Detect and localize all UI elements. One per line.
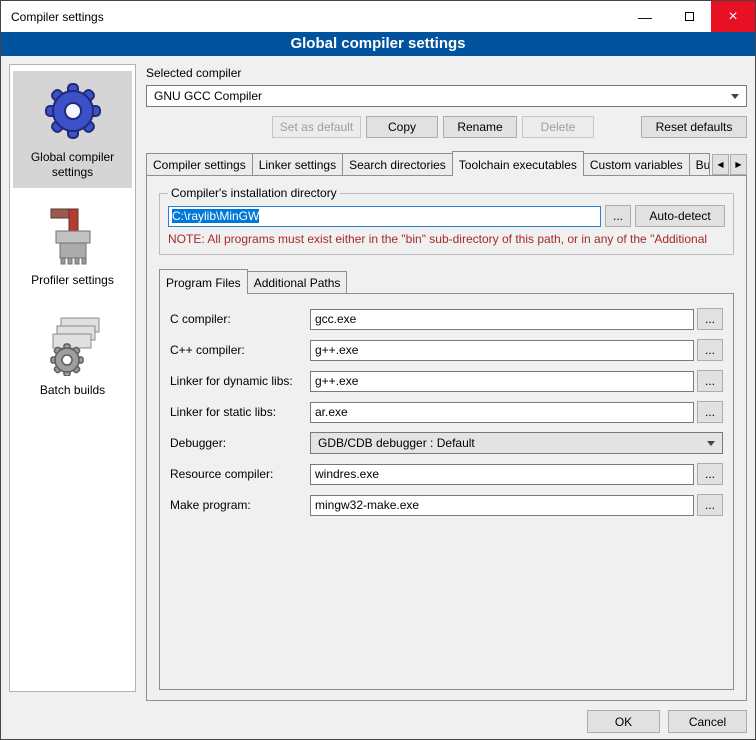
cancel-button[interactable]: Cancel: [668, 710, 747, 733]
maximize-button[interactable]: [667, 1, 711, 32]
dialog-body: Global compiler settings Profiler settin…: [1, 56, 755, 740]
tab-toolchain-executables[interactable]: Toolchain executables: [452, 151, 584, 176]
install-dir-group-title: Compiler's installation directory: [168, 186, 340, 200]
dialog-header: Global compiler settings: [1, 32, 755, 56]
static-linker-browse-button[interactable]: ...: [697, 401, 723, 423]
program-files-panel: C compiler: ... C++ compiler: ...: [159, 293, 734, 690]
resource-compiler-browse-button[interactable]: ...: [697, 463, 723, 485]
field-row-make-program: Make program: ...: [170, 494, 723, 516]
field-row-static-linker: Linker for static libs: ...: [170, 401, 723, 423]
close-button[interactable]: ×: [711, 1, 755, 32]
field-row-c-compiler: C compiler: ...: [170, 308, 723, 330]
tab-linker-settings[interactable]: Linker settings: [252, 153, 343, 175]
dynamic-linker-browse-button[interactable]: ...: [697, 370, 723, 392]
gear-icon: [41, 79, 105, 143]
static-linker-label: Linker for static libs:: [170, 405, 310, 419]
tab-search-directories[interactable]: Search directories: [342, 153, 453, 175]
close-icon: ×: [728, 8, 737, 26]
tab-compiler-settings[interactable]: Compiler settings: [146, 153, 253, 175]
compiler-actions: Set as default Copy Rename Delete Reset …: [146, 116, 747, 138]
resource-compiler-input[interactable]: [310, 464, 694, 485]
maximize-icon: [685, 12, 694, 21]
titlebar[interactable]: Compiler settings — ×: [1, 1, 755, 32]
sidebar: Global compiler settings Profiler settin…: [9, 64, 136, 692]
copy-button[interactable]: Copy: [366, 116, 438, 138]
sidebar-item-global-compiler-settings[interactable]: Global compiler settings: [13, 71, 132, 188]
window-title: Compiler settings: [1, 10, 623, 24]
cpp-compiler-browse-button[interactable]: ...: [697, 339, 723, 361]
c-compiler-label: C compiler:: [170, 312, 310, 326]
make-program-browse-button[interactable]: ...: [697, 494, 723, 516]
ok-button[interactable]: OK: [587, 710, 660, 733]
cpp-compiler-control: ...: [310, 339, 723, 361]
cpp-compiler-label: C++ compiler:: [170, 343, 310, 357]
chevron-down-icon: [707, 441, 715, 446]
debugger-label: Debugger:: [170, 436, 310, 450]
install-dir-browse-button[interactable]: ...: [605, 205, 631, 227]
arrow-left-icon: ◀: [717, 160, 723, 169]
make-program-control: ...: [310, 494, 723, 516]
arrow-right-icon: ▶: [735, 160, 741, 169]
debugger-select-value: GDB/CDB debugger : Default: [318, 436, 475, 450]
sidebar-item-profiler-settings[interactable]: Profiler settings: [13, 198, 132, 296]
rename-button[interactable]: Rename: [443, 116, 517, 138]
make-program-label: Make program:: [170, 498, 310, 512]
tab-scroll-left-button[interactable]: ◀: [712, 154, 729, 175]
compiler-select-value: GNU GCC Compiler: [154, 89, 262, 103]
tab-custom-variables[interactable]: Custom variables: [583, 153, 690, 175]
dynamic-linker-label: Linker for dynamic libs:: [170, 374, 310, 388]
tab-additional-paths[interactable]: Additional Paths: [247, 271, 348, 293]
compiler-select[interactable]: GNU GCC Compiler: [146, 85, 747, 107]
profiler-icon: [46, 206, 100, 266]
make-program-input[interactable]: [310, 495, 694, 516]
install-dir-note: NOTE: All programs must exist either in …: [168, 232, 725, 246]
debugger-select[interactable]: GDB/CDB debugger : Default: [310, 432, 723, 454]
minimize-icon: —: [638, 9, 652, 25]
field-row-resource-compiler: Resource compiler: ...: [170, 463, 723, 485]
program-files-tab-bar: Program Files Additional Paths: [157, 269, 736, 293]
sidebar-item-label: Global compiler settings: [15, 150, 130, 180]
debugger-control: GDB/CDB debugger : Default: [310, 432, 723, 454]
compiler-settings-window: Compiler settings — × Global compiler se…: [0, 0, 756, 740]
chevron-down-icon: [731, 94, 739, 99]
tab-scroll-controls: ◀ ▶: [712, 154, 747, 175]
window-controls: — ×: [623, 1, 755, 32]
field-row-cpp-compiler: C++ compiler: ...: [170, 339, 723, 361]
sidebar-item-batch-builds[interactable]: Batch builds: [13, 306, 132, 406]
sidebar-item-label: Batch builds: [15, 383, 130, 398]
resource-compiler-label: Resource compiler:: [170, 467, 310, 481]
tab-scroll-right-button[interactable]: ▶: [730, 154, 747, 175]
resource-compiler-control: ...: [310, 463, 723, 485]
minimize-button[interactable]: —: [623, 1, 667, 32]
delete-button[interactable]: Delete: [522, 116, 594, 138]
tab-program-files[interactable]: Program Files: [159, 269, 248, 294]
static-linker-input[interactable]: [310, 402, 694, 423]
dynamic-linker-control: ...: [310, 370, 723, 392]
cpp-compiler-input[interactable]: [310, 340, 694, 361]
field-row-debugger: Debugger: GDB/CDB debugger : Default: [170, 432, 723, 454]
sidebar-item-label: Profiler settings: [15, 273, 130, 288]
autodetect-button[interactable]: Auto-detect: [635, 205, 725, 227]
install-dir-row: C:\raylib\MinGW ... Auto-detect: [168, 205, 725, 227]
install-dir-input[interactable]: C:\raylib\MinGW: [168, 206, 601, 227]
install-dir-value: C:\raylib\MinGW: [172, 209, 259, 223]
set-as-default-button[interactable]: Set as default: [272, 116, 361, 138]
dialog-footer: OK Cancel: [146, 710, 747, 733]
c-compiler-browse-button[interactable]: ...: [697, 308, 723, 330]
reset-defaults-button[interactable]: Reset defaults: [641, 116, 747, 138]
main-content: Selected compiler GNU GCC Compiler Set a…: [146, 64, 747, 733]
static-linker-control: ...: [310, 401, 723, 423]
selected-compiler-label: Selected compiler: [146, 66, 747, 80]
c-compiler-control: ...: [310, 308, 723, 330]
field-row-dynamic-linker: Linker for dynamic libs: ...: [170, 370, 723, 392]
toolchain-executables-panel: Compiler's installation directory C:\ray…: [146, 175, 747, 701]
dynamic-linker-input[interactable]: [310, 371, 694, 392]
batch-builds-icon: [43, 314, 103, 376]
install-dir-group: Compiler's installation directory C:\ray…: [159, 186, 734, 255]
c-compiler-input[interactable]: [310, 309, 694, 330]
tab-bar: Compiler settings Linker settings Search…: [146, 151, 747, 175]
tab-build-options[interactable]: Buil: [689, 153, 710, 175]
